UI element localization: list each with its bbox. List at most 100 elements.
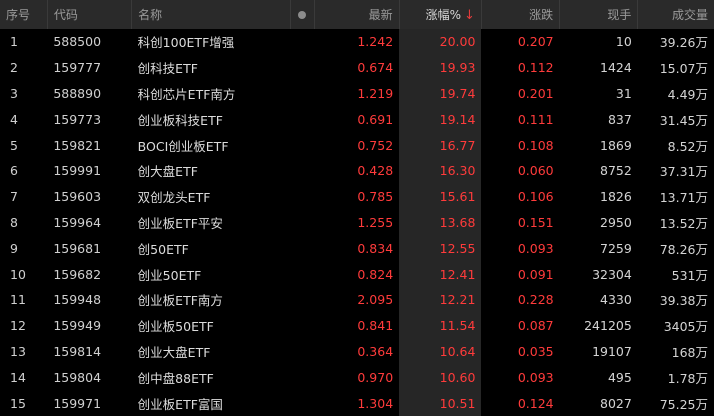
cell-seq: 3 bbox=[10, 85, 18, 101]
cell-vol: 1424 bbox=[600, 60, 632, 76]
cell-last: 0.752 bbox=[357, 137, 394, 153]
cell-name: 创50ETF bbox=[137, 241, 189, 257]
cell-pct: 19.14 bbox=[399, 106, 482, 133]
cell-watch bbox=[290, 184, 315, 210]
cell-code: 159949 bbox=[53, 318, 102, 334]
table-row[interactable]: 7 159603 双创龙头ETF 0.785 15.61 0.106 1826 13.71万 bbox=[0, 183, 714, 210]
cell-name: 创大盘ETF bbox=[137, 164, 198, 180]
table-row[interactable]: 4 159773 创业板科技ETF 0.691 19.14 0.111 837 31.45万 bbox=[0, 106, 714, 133]
header-seq[interactable]: 序号 bbox=[0, 0, 48, 29]
cell-amount: 37.31万 bbox=[659, 164, 708, 180]
cell-seq: 13 bbox=[10, 343, 26, 359]
cell-code: 159964 bbox=[53, 214, 102, 230]
cell-seq: 2 bbox=[10, 60, 18, 76]
cell-name: 创科技ETF bbox=[137, 61, 198, 77]
cell-last: 2.095 bbox=[357, 292, 394, 308]
cell-pct: 11.54 bbox=[399, 312, 482, 339]
table-header: 序号 代码 名称 最新 涨幅% ↓ 涨跌 现手 成交量 bbox=[0, 0, 714, 29]
cell-amount: 3405万 bbox=[663, 319, 708, 335]
cell-chg: 0.035 bbox=[517, 343, 554, 359]
table-row[interactable]: 14 159804 创中盘88ETF 0.970 10.60 0.093 495 1.78万 bbox=[0, 364, 714, 391]
cell-amount: 15.07万 bbox=[659, 61, 708, 77]
cell-vol: 1826 bbox=[600, 189, 632, 205]
cell-seq: 7 bbox=[10, 189, 18, 205]
cell-watch bbox=[290, 235, 315, 261]
table-row[interactable]: 2 159777 创科技ETF 0.674 19.93 0.112 1424 15.07万 bbox=[0, 54, 714, 81]
cell-chg: 0.093 bbox=[517, 240, 554, 256]
cell-pct: 12.21 bbox=[399, 286, 482, 313]
table-row[interactable]: 11 159948 创业板ETF南方 2.095 12.21 0.228 4330 39.38… bbox=[0, 286, 714, 313]
table-row[interactable]: 10 159682 创业50ETF 0.824 12.41 0.091 32304 531万 bbox=[0, 261, 714, 287]
cell-pct: 10.60 bbox=[399, 364, 482, 391]
cell-last: 0.428 bbox=[357, 163, 394, 179]
header-pct[interactable]: 涨幅% ↓ bbox=[399, 0, 482, 29]
cell-name: 创中盘88ETF bbox=[137, 370, 214, 386]
cell-last: 1.219 bbox=[357, 85, 394, 101]
cell-chg: 0.112 bbox=[517, 60, 554, 76]
cell-pct: 13.68 bbox=[399, 209, 482, 236]
cell-chg: 0.093 bbox=[517, 369, 554, 385]
cell-name: 科创芯片ETF南方 bbox=[137, 86, 236, 102]
cell-pct: 10.51 bbox=[399, 390, 482, 416]
cell-amount: 13.71万 bbox=[659, 190, 708, 206]
table-row[interactable]: 8 159964 创业板ETF平安 1.255 13.68 0.151 2950 13.52万 bbox=[0, 209, 714, 236]
header-amount[interactable]: 成交量 bbox=[638, 0, 714, 29]
header-watch[interactable] bbox=[290, 0, 316, 29]
cell-pct: 19.93 bbox=[399, 54, 482, 81]
cell-name: BOCI创业板ETF bbox=[137, 138, 229, 154]
cell-pct: 10.64 bbox=[399, 338, 482, 365]
cell-amount: 31.45万 bbox=[659, 112, 708, 128]
cell-chg: 0.207 bbox=[517, 34, 554, 50]
table-row[interactable]: 5 159821 BOCI创业板ETF 0.752 16.77 0.108 1869 8.52… bbox=[0, 132, 714, 158]
cell-seq: 12 bbox=[10, 318, 26, 334]
cell-last: 0.841 bbox=[357, 318, 394, 334]
cell-vol: 19107 bbox=[592, 343, 632, 359]
cell-seq: 8 bbox=[10, 214, 18, 230]
cell-last: 0.834 bbox=[357, 240, 394, 256]
cell-chg: 0.124 bbox=[517, 395, 554, 411]
cell-code: 159681 bbox=[53, 240, 102, 256]
header-vol[interactable]: 现手 bbox=[559, 0, 639, 29]
cell-watch bbox=[290, 339, 315, 365]
cell-seq: 15 bbox=[10, 395, 26, 411]
cell-vol: 4330 bbox=[600, 292, 632, 308]
cell-chg: 0.087 bbox=[517, 318, 554, 334]
cell-code: 159682 bbox=[53, 266, 102, 282]
cell-amount: 168万 bbox=[671, 344, 708, 360]
cell-pct: 20.00 bbox=[399, 29, 482, 55]
header-last[interactable]: 最新 bbox=[314, 0, 400, 29]
cell-code: 159971 bbox=[53, 395, 102, 411]
table-row[interactable]: 15 159971 创业板ETF富国 1.304 10.51 0.124 8027 75.25… bbox=[0, 390, 714, 416]
cell-watch bbox=[290, 132, 315, 158]
table-row[interactable]: 3 588890 科创芯片ETF南方 1.219 19.74 0.201 31 4.49万 bbox=[0, 80, 714, 107]
cell-vol: 32304 bbox=[592, 266, 632, 282]
header-code[interactable]: 代码 bbox=[47, 0, 133, 29]
cell-chg: 0.091 bbox=[517, 266, 554, 282]
cell-last: 1.255 bbox=[357, 214, 394, 230]
cell-seq: 4 bbox=[10, 111, 18, 127]
table-row[interactable]: 1 588500 科创100ETF增强 1.242 20.00 0.207 10 39.26万 bbox=[0, 29, 714, 55]
cell-seq: 14 bbox=[10, 369, 26, 385]
cell-seq: 9 bbox=[10, 240, 18, 256]
cell-chg: 0.106 bbox=[517, 189, 554, 205]
cell-amount: 13.52万 bbox=[659, 215, 708, 231]
cell-pct: 12.55 bbox=[399, 235, 482, 262]
cell-vol: 8027 bbox=[600, 395, 632, 411]
header-name[interactable]: 名称 bbox=[131, 0, 291, 29]
cell-last: 0.674 bbox=[357, 60, 394, 76]
cell-name: 创业板ETF南方 bbox=[137, 293, 223, 309]
header-chg[interactable]: 涨跌 bbox=[481, 0, 561, 29]
cell-last: 0.824 bbox=[357, 266, 394, 282]
table-row[interactable]: 9 159681 创50ETF 0.834 12.55 0.093 7259 78.26万 bbox=[0, 235, 714, 262]
cell-amount: 531万 bbox=[671, 267, 708, 283]
cell-code: 159948 bbox=[53, 292, 102, 308]
cell-code: 588890 bbox=[53, 85, 102, 101]
cell-name: 创业板ETF富国 bbox=[137, 396, 223, 412]
cell-code: 159804 bbox=[53, 369, 102, 385]
cell-amount: 4.49万 bbox=[667, 86, 708, 102]
table-row[interactable]: 12 159949 创业板50ETF 0.841 11.54 0.087 241205 340… bbox=[0, 312, 714, 339]
cell-name: 创业50ETF bbox=[137, 267, 202, 283]
table-row[interactable]: 6 159991 创大盘ETF 0.428 16.30 0.060 8752 37.31万 bbox=[0, 157, 714, 184]
table-row[interactable]: 13 159814 创业大盘ETF 0.364 10.64 0.035 19107 168万 bbox=[0, 338, 714, 365]
cell-vol: 31 bbox=[615, 85, 632, 101]
